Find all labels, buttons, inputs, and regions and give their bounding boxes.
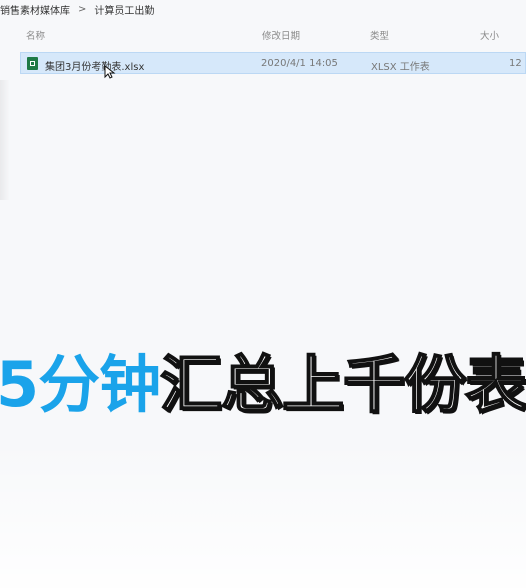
column-header-date[interactable]: 修改日期	[262, 28, 300, 42]
window-edge-shadow	[0, 80, 10, 200]
file-type: XLSX 工作表	[371, 62, 430, 73]
breadcrumb-parent[interactable]: 销售素材媒体库	[0, 2, 70, 17]
column-header-type[interactable]: 类型	[370, 28, 389, 42]
file-name: 集团3月份考勤表.xlsx	[45, 62, 145, 73]
file-row[interactable]: 集团3月份考勤表.xlsx 2020/4/1 14:05 XLSX 工作表 12	[20, 52, 526, 74]
file-modified-date: 2020/4/1 14:05	[261, 58, 338, 69]
video-caption: 5分钟汇总上千份表	[0, 348, 526, 430]
caption-highlight: 5分钟	[0, 348, 161, 421]
caption-rest: 汇总上千份表	[159, 348, 526, 421]
xlsx-file-icon	[27, 57, 38, 70]
breadcrumb-separator: >	[78, 3, 87, 15]
bottom-haze	[0, 440, 526, 588]
mouse-cursor-icon	[104, 65, 116, 79]
breadcrumb: 销售素材媒体库 > 计算员工出勤	[0, 0, 526, 18]
column-header-size[interactable]: 大小	[480, 28, 499, 42]
column-header-row: 名称 修改日期 类型 大小	[0, 28, 526, 44]
breadcrumb-current[interactable]: 计算员工出勤	[94, 2, 154, 17]
column-header-name[interactable]: 名称	[26, 28, 45, 42]
file-size: 12	[509, 58, 522, 69]
